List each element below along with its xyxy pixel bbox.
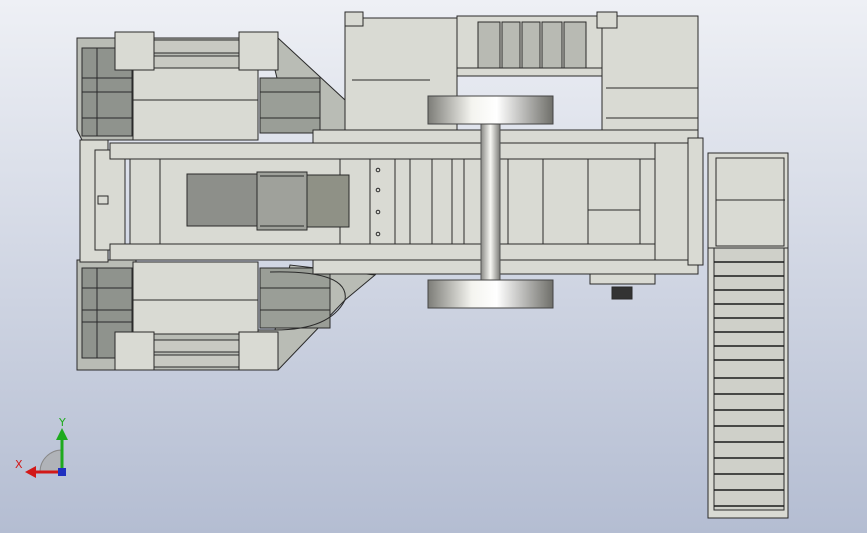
y-axis-label: Y (58, 416, 66, 429)
left-upper-housing (114, 31, 279, 141)
drive-motor (186, 171, 350, 231)
machine-top-view[interactable]: Y X (0, 0, 867, 533)
lower-bracket (589, 273, 656, 300)
z-axis-marker (58, 468, 66, 476)
y-axis-arrowhead (56, 428, 68, 440)
top-cabin-right (596, 11, 699, 137)
wheel-upper (427, 95, 554, 125)
axle (480, 119, 501, 286)
inclined-conveyor (707, 247, 789, 519)
coordinate-triad: Y X (15, 416, 68, 478)
cad-graphics-area[interactable]: Y X (0, 0, 867, 533)
x-axis-arrowhead (25, 466, 36, 478)
wheel-lower (427, 279, 554, 309)
top-screen-grille (456, 15, 603, 77)
x-axis-label: X (15, 458, 23, 471)
right-cabinet (707, 152, 789, 249)
